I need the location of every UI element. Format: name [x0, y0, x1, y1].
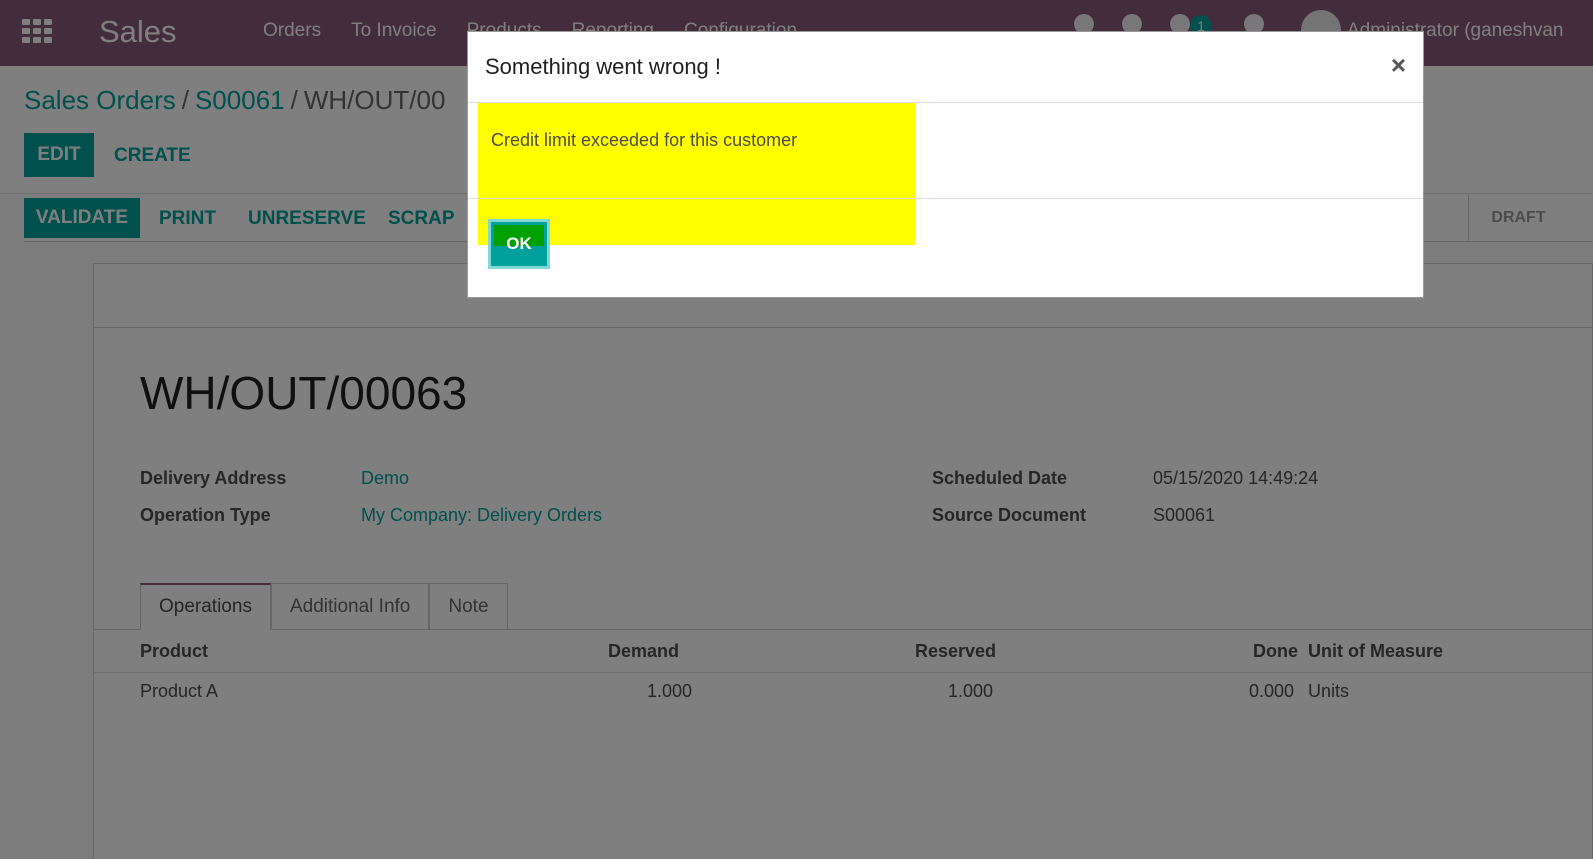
dialog-title: Something went wrong !	[485, 54, 722, 79]
dialog-footer-divider	[468, 198, 1423, 199]
close-icon[interactable]: ×	[1391, 50, 1406, 81]
dialog-message: Credit limit exceeded for this customer	[491, 130, 798, 150]
ok-button-label: OK	[506, 234, 532, 253]
ok-button[interactable]: OK	[488, 219, 550, 269]
dialog-header: Something went wrong ! ×	[468, 32, 1423, 103]
error-dialog: Something went wrong ! × Credit limit ex…	[467, 31, 1424, 298]
